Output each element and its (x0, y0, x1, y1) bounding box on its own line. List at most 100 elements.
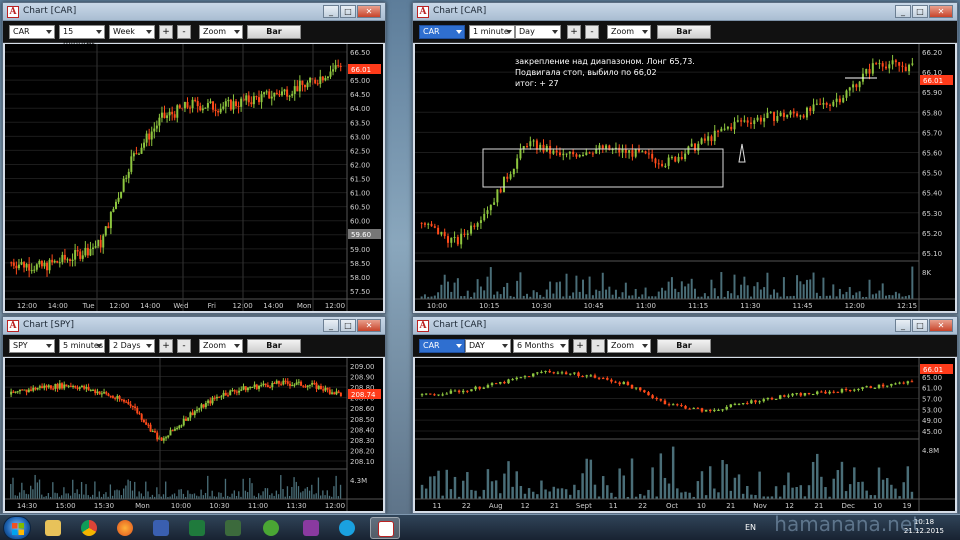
candle-body (564, 372, 568, 375)
close-button[interactable]: ✕ (929, 5, 953, 18)
taskbar-utorrent[interactable] (256, 517, 286, 539)
candle-body (85, 387, 88, 389)
volume-bar (41, 494, 43, 499)
zoom-select[interactable]: Zoom (607, 339, 651, 353)
maximize-button[interactable]: □ (912, 319, 928, 332)
close-button[interactable]: ✕ (357, 319, 381, 332)
language-indicator[interactable]: EN (745, 523, 756, 532)
interval-select[interactable]: DAY (465, 339, 511, 353)
candle-body (136, 407, 139, 414)
zoom-in-button[interactable]: + (159, 339, 173, 353)
close-button[interactable]: ✕ (929, 319, 953, 332)
zoom-select[interactable]: Zoom (199, 339, 243, 353)
minimize-button[interactable]: _ (323, 319, 339, 332)
candle-body (875, 63, 878, 65)
volume-bar (555, 282, 558, 299)
zoom-select[interactable]: Zoom (607, 25, 651, 39)
symbol-select[interactable]: SPY (9, 339, 55, 353)
chart-window-car-1min[interactable]: A Chart [CAR] _ □ ✕ CAR 1 minute Day + -… (412, 2, 958, 314)
zoom-select[interactable]: Zoom (199, 25, 243, 39)
maximize-button[interactable]: □ (912, 5, 928, 18)
zoom-out-button[interactable]: - (585, 25, 599, 39)
candle-body (245, 95, 248, 101)
interval-select[interactable]: 5 minutes (59, 339, 105, 353)
zoom-out-button[interactable]: - (177, 25, 191, 39)
candle-body (122, 399, 125, 402)
price-chart[interactable]: 66.20 66.10 65.90 65.80 65.70 65.60 65.50 65.40… (415, 44, 955, 311)
maximize-button[interactable]: □ (340, 319, 356, 332)
chart-type-button[interactable]: Bar (247, 339, 301, 353)
period-select[interactable]: Day (515, 25, 561, 39)
candle-body (14, 391, 17, 393)
minimize-button[interactable]: _ (895, 319, 911, 332)
volume-bar (30, 485, 32, 499)
price-chart[interactable]: 69.0065.0061.0057.0053.0049.0045.0066.01… (415, 358, 955, 511)
candle-body (816, 391, 819, 395)
candle-body (66, 259, 69, 261)
candle-body (676, 404, 679, 406)
candle-body (268, 91, 271, 99)
title-bar[interactable]: A Chart [CAR] _ □ ✕ (413, 3, 957, 21)
volume-bar (812, 272, 815, 299)
title-bar[interactable]: A Chart [CAR] _ □ ✕ (413, 317, 957, 335)
chart-type-button[interactable]: Bar (657, 25, 711, 39)
volume-bar (842, 294, 845, 299)
zoom-in-button[interactable]: + (567, 25, 581, 39)
taskbar-skype[interactable] (332, 517, 362, 539)
zoom-in-button[interactable]: + (159, 25, 173, 39)
taskbar-save[interactable] (146, 517, 176, 539)
minimize-button[interactable]: _ (323, 5, 339, 18)
volume-bar (335, 475, 337, 499)
candle-body (275, 380, 278, 384)
volume-bar (684, 491, 687, 499)
candle-body (688, 408, 691, 410)
candle-body (441, 394, 444, 396)
period-select[interactable]: 6 Months (513, 339, 569, 353)
price-chart[interactable]: 66.5065.5065.0064.5064.0063.5063.0062.50… (5, 44, 383, 311)
candle-body (643, 390, 646, 393)
candle-body (61, 383, 64, 389)
candle-body (855, 84, 858, 88)
period-select[interactable]: Week (109, 25, 155, 39)
candle-body (337, 65, 340, 67)
taskbar-firefox[interactable] (110, 517, 140, 539)
taskbar-winrar[interactable] (296, 517, 326, 539)
chart-type-button[interactable]: Bar (657, 339, 711, 353)
chart-window-spy-5min[interactable]: A Chart [SPY] _ □ ✕ SPY 5 minutes 2 Days… (2, 316, 386, 514)
volume-bar (585, 458, 588, 499)
maximize-button[interactable]: □ (340, 5, 356, 18)
candle-body (493, 202, 496, 205)
candle-body (183, 101, 186, 109)
symbol-select[interactable]: CAR (419, 339, 465, 353)
interval-select[interactable]: 1 minute (469, 25, 515, 39)
start-button[interactable] (3, 516, 31, 540)
symbol-select[interactable]: CAR (419, 25, 465, 39)
taskbar-explorer[interactable] (38, 517, 68, 539)
zoom-out-button[interactable]: - (591, 339, 605, 353)
title-bar[interactable]: A Chart [SPY] _ □ ✕ (3, 317, 385, 335)
price-chart[interactable]: 209.00208.90208.80208.70208.60208.50208.… (5, 358, 383, 511)
volume-bar (809, 279, 812, 299)
close-button[interactable]: ✕ (357, 5, 381, 18)
interval-select[interactable]: 15 minutes (59, 25, 105, 48)
chart-type-button[interactable]: Bar (247, 25, 301, 39)
chart-window-car-day[interactable]: A Chart [CAR] _ □ ✕ CAR DAY 6 Months + -… (412, 316, 958, 514)
minimize-button[interactable]: _ (895, 5, 911, 18)
candle-body (30, 270, 33, 272)
candle-body (445, 393, 448, 395)
title-bar[interactable]: A Chart [CAR] _ □ ✕ (3, 3, 385, 21)
symbol-select[interactable]: CAR (9, 25, 55, 39)
candle-body (750, 400, 753, 404)
zoom-out-button[interactable]: - (177, 339, 191, 353)
volume-bar (231, 493, 233, 499)
taskbar-media[interactable] (218, 517, 248, 539)
taskbar-trading-app[interactable] (370, 517, 400, 539)
candle-body (137, 153, 140, 155)
taskbar-excel[interactable] (182, 517, 212, 539)
period-select[interactable]: 2 Days (109, 339, 155, 353)
chart-window-car-15min[interactable]: A Chart [CAR] _ □ ✕ CAR 15 minutes Week … (2, 2, 386, 314)
volume-bar (890, 484, 893, 499)
zoom-in-button[interactable]: + (573, 339, 587, 353)
taskbar-chrome[interactable] (74, 517, 104, 539)
candle-body (271, 382, 274, 388)
